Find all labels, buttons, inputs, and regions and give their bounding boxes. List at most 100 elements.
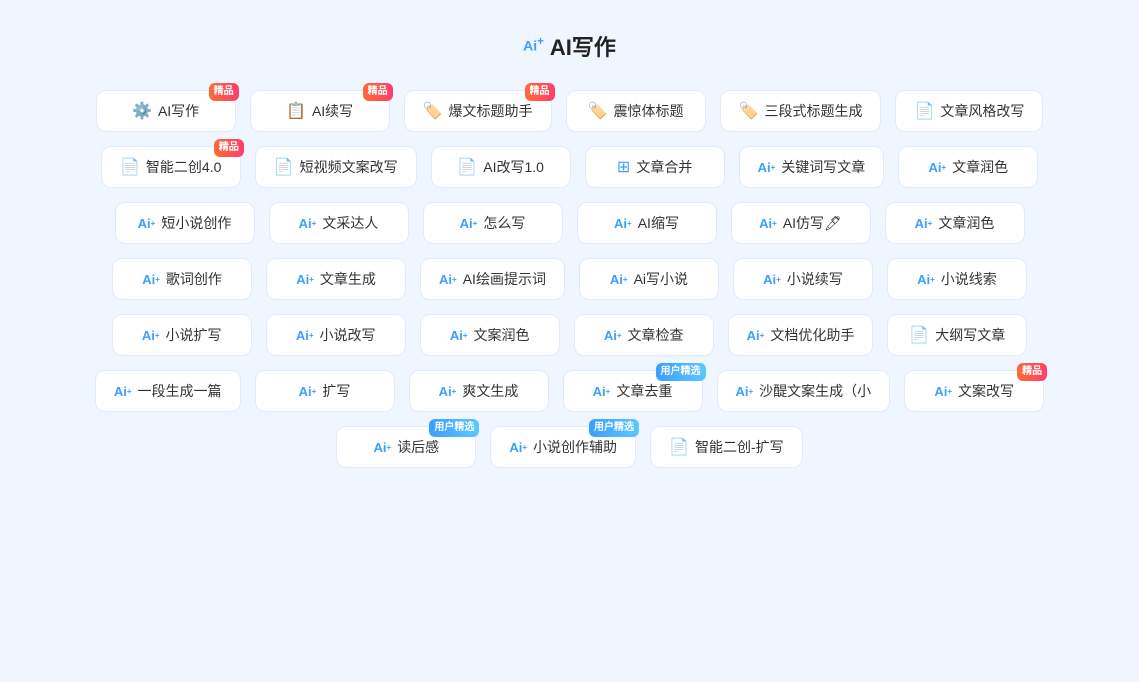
btn-label-novel-rewrite: 小说改写 xyxy=(319,325,375,345)
btn-label-outline-article: 大纲写文章 xyxy=(935,325,1005,345)
btn-label-novel-clues: 小说线索 xyxy=(941,269,997,289)
ai-icon: Ai+ xyxy=(439,272,457,287)
ai-icon: Ai+ xyxy=(296,328,314,343)
list-icon: 📋 xyxy=(286,101,306,121)
grid-row-1: 精品📄智能二创4.0📄短视频文案改写📄AI改写1.0⊞文章合并Ai+关键词写文章… xyxy=(40,146,1099,188)
btn-label-copy-rewrite: 文案改写 xyxy=(958,381,1014,401)
tool-btn-smart-expand[interactable]: 📄 智能二创-扩写 xyxy=(650,426,803,468)
grid-row-3: Ai+歌词创作 Ai+文章生成 Ai+ AI绘画提示词 Ai+ Ai写小说 Ai+小说续写 A… xyxy=(40,258,1099,300)
outline-icon: 📄 xyxy=(909,325,929,345)
ai-icon: Ai+ xyxy=(758,160,776,175)
tool-btn-ai-drawing-prompt[interactable]: Ai+ AI绘画提示词 xyxy=(420,258,565,300)
btn-label-novel-expand: 小说扩写 xyxy=(165,325,221,345)
tool-btn-article-gen[interactable]: Ai+文章生成 xyxy=(266,258,406,300)
btn-label-ai-rewrite: AI改写1.0 xyxy=(483,157,544,177)
tool-btn-novel-assist[interactable]: 用户精选Ai+小说创作辅助 xyxy=(490,426,636,468)
ai-icon: Ai+ xyxy=(736,384,754,399)
tool-btn-how-to-write[interactable]: Ai+ 怎么写 xyxy=(423,202,563,244)
btn-label-ai-continue: AI续写 xyxy=(312,101,353,121)
btn-label-smart-expand: 智能二创-扩写 xyxy=(695,437,784,457)
tool-btn-doc-optimize[interactable]: Ai+文档优化助手 xyxy=(728,314,874,356)
tag-icon: 🏷️ xyxy=(423,101,443,121)
ai-icon: Ai+ xyxy=(138,216,156,231)
btn-label-ai-imitate: AI仿写🖊 xyxy=(783,213,842,233)
btn-label-how-to-write: 怎么写 xyxy=(483,213,525,233)
btn-label-short-novel: 短小说创作 xyxy=(161,213,231,233)
grid-row-0: 精品⚙️AI写作精品📋AI续写精品🏷️爆文标题助手🏷️震惊体标题🏷️三段式标题生… xyxy=(40,90,1099,132)
ai-icon: Ai+ xyxy=(747,328,765,343)
tool-btn-expand[interactable]: Ai+扩写 xyxy=(255,370,395,412)
tool-btn-keyword-article[interactable]: Ai+ 关键词写文章 xyxy=(739,146,885,188)
tool-btn-ai-writing[interactable]: 精品⚙️AI写作 xyxy=(96,90,236,132)
tool-btn-novel-expand[interactable]: Ai+ 小说扩写 xyxy=(112,314,252,356)
tool-btn-one-para[interactable]: Ai+ 一段生成一篇 xyxy=(95,370,241,412)
badge-novel-assist: 用户精选 xyxy=(589,419,639,437)
ai-icon: Ai+ xyxy=(593,384,611,399)
tool-btn-short-video-copy[interactable]: 📄 短视频文案改写 xyxy=(255,146,417,188)
tool-btn-novel-rewrite[interactable]: Ai+ 小说改写 xyxy=(266,314,406,356)
btn-label-one-para: 一段生成一篇 xyxy=(138,381,222,401)
btn-label-ai-write-novel: Ai写小说 xyxy=(634,269,688,289)
tool-grid: 精品⚙️AI写作精品📋AI续写精品🏷️爆文标题助手🏷️震惊体标题🏷️三段式标题生… xyxy=(40,90,1099,468)
btn-label-short-video-copy: 短视频文案改写 xyxy=(300,157,398,177)
tool-btn-fresh-gen[interactable]: Ai+爽文生成 xyxy=(409,370,549,412)
tool-btn-article-style[interactable]: 📄文章风格改写 xyxy=(895,90,1043,132)
tool-btn-ai-write-novel[interactable]: Ai+ Ai写小说 xyxy=(579,258,719,300)
ai-icon: Ai+ xyxy=(374,440,392,455)
doc-icon: 📄 xyxy=(120,157,140,177)
tool-btn-three-para-title[interactable]: 🏷️三段式标题生成 xyxy=(720,90,882,132)
btn-label-reading-notes: 读后感 xyxy=(397,437,439,457)
tool-btn-ai-imitate[interactable]: Ai+AI仿写🖊 xyxy=(731,202,871,244)
tool-btn-outline-article[interactable]: 📄 大纲写文章 xyxy=(887,314,1027,356)
ai-icon: Ai+ xyxy=(604,328,622,343)
tool-btn-headline-helper[interactable]: 精品🏷️爆文标题助手 xyxy=(404,90,552,132)
tool-btn-sha-copy-gen[interactable]: Ai+沙醍文案生成（小 xyxy=(717,370,891,412)
ai-icon: Ai+ xyxy=(460,216,478,231)
ai-icon: Ai+ xyxy=(928,160,946,175)
badge-reading-notes: 用户精选 xyxy=(429,419,479,437)
merge-icon: ⊞ xyxy=(617,157,630,177)
tool-btn-lyrics[interactable]: Ai+歌词创作 xyxy=(112,258,252,300)
tool-btn-ai-continue[interactable]: 精品📋AI续写 xyxy=(250,90,390,132)
badge-article-dedup: 用户精选 xyxy=(656,363,706,381)
tool-btn-shocking-title[interactable]: 🏷️震惊体标题 xyxy=(566,90,706,132)
tool-btn-novel-clues[interactable]: Ai+小说线索 xyxy=(887,258,1027,300)
btn-label-ai-drawing-prompt: AI绘画提示词 xyxy=(463,269,546,289)
ai-icon: Ai+ xyxy=(509,440,527,455)
badge-ai-writing: 精品 xyxy=(209,83,239,101)
ai-icon: Ai+ xyxy=(142,328,160,343)
btn-label-article-merge: 文章合并 xyxy=(636,157,692,177)
tool-btn-smart-recreate[interactable]: 精品📄智能二创4.0 xyxy=(101,146,241,188)
tool-btn-article-polish1[interactable]: Ai+文章润色 xyxy=(898,146,1038,188)
btn-label-article-gen: 文章生成 xyxy=(320,269,376,289)
tool-btn-article-polish2[interactable]: Ai+ 文章润色 xyxy=(885,202,1025,244)
ai-icon: Ai+ xyxy=(114,384,132,399)
tool-btn-short-novel[interactable]: Ai+ 短小说创作 xyxy=(115,202,255,244)
smart-icon: 📄 xyxy=(669,437,689,457)
tool-btn-article-dedup[interactable]: 用户精选Ai+文章去重 xyxy=(563,370,703,412)
tool-btn-copy-rewrite[interactable]: 精品Ai+文案改写 xyxy=(904,370,1044,412)
ai-icon: Ai+ xyxy=(439,384,457,399)
btn-label-writing-style: 文采达人 xyxy=(322,213,378,233)
tool-btn-copy-polish[interactable]: Ai+文案润色 xyxy=(420,314,560,356)
tool-btn-reading-notes[interactable]: 用户精选Ai+读后感 xyxy=(336,426,476,468)
ai-icon: Ai+ xyxy=(934,384,952,399)
btn-label-article-check: 文章检查 xyxy=(627,325,683,345)
btn-label-novel-continue: 小说续写 xyxy=(787,269,843,289)
ai-icon: Ai+ xyxy=(610,272,628,287)
tool-btn-article-check[interactable]: Ai+ 文章检查 xyxy=(574,314,714,356)
ai-icon: Ai+ xyxy=(450,328,468,343)
doc-icon: 📄 xyxy=(914,101,934,121)
btn-label-ai-writing: AI写作 xyxy=(158,101,199,121)
btn-label-keyword-article: 关键词写文章 xyxy=(781,157,865,177)
btn-label-article-polish2: 文章润色 xyxy=(938,213,994,233)
tool-btn-article-merge[interactable]: ⊞ 文章合并 xyxy=(585,146,725,188)
tool-btn-ai-shorten[interactable]: Ai+AI缩写 xyxy=(577,202,717,244)
tool-btn-writing-style[interactable]: Ai+文采达人 xyxy=(269,202,409,244)
tool-btn-novel-continue[interactable]: Ai+小说续写 xyxy=(733,258,873,300)
doc-icon: 📄 xyxy=(274,157,294,177)
btn-label-headline-helper: 爆文标题助手 xyxy=(449,101,533,121)
tool-btn-ai-rewrite[interactable]: 📄AI改写1.0 xyxy=(431,146,571,188)
gear-icon: ⚙️ xyxy=(132,101,152,121)
ai-icon: Ai+ xyxy=(915,216,933,231)
